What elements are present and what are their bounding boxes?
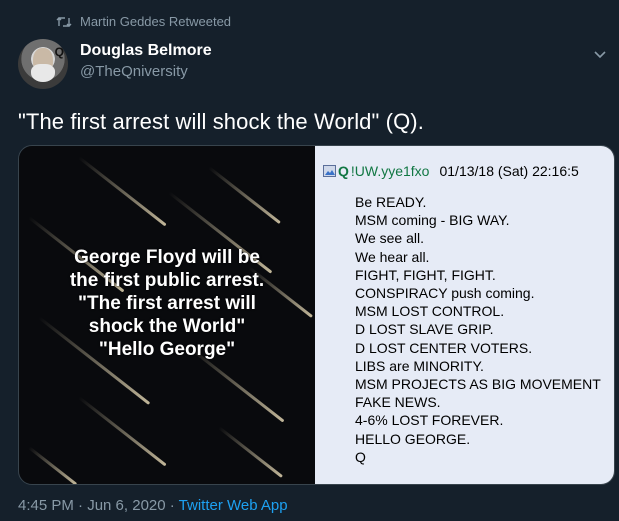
- meme-line: the first public arrest.: [69, 270, 265, 291]
- meme-caption: George Floyd will be the first public ar…: [19, 246, 315, 361]
- author-handle[interactable]: @TheQniversity: [80, 63, 212, 80]
- q-post-line: MSM LOST CONTROL.: [355, 303, 505, 320]
- q-post-line: LIBS are MINORITY.: [355, 357, 484, 374]
- q-post-line: MSM coming - BIG WAY.: [355, 212, 510, 229]
- q-post-line: MSM PROJECTS AS BIG MOVEMENT: [355, 376, 601, 393]
- tweet-header: Q Douglas Belmore @TheQniversity: [18, 39, 609, 89]
- q-post-name: Q: [338, 163, 349, 179]
- retweet-icon: [56, 16, 72, 27]
- q-post-body: Be READY. MSM coming - BIG WAY. We see a…: [355, 193, 601, 466]
- meme-line: George Floyd will be: [74, 247, 260, 268]
- meme-line: "The first arrest will: [78, 293, 256, 314]
- q-post-header: Q !UW.yye1fxo 01/13/18 (Sat) 22:16:5: [323, 163, 579, 179]
- q-post-line: We hear all.: [355, 248, 430, 265]
- meme-line: "Hello George": [98, 339, 236, 360]
- tweet-footer: 4:45 PM · Jun 6, 2020 · Twitter Web App: [18, 497, 288, 514]
- q-post-date: 01/13/18 (Sat) 22:16:5: [439, 163, 579, 179]
- q-post-line: Be READY.: [355, 194, 427, 210]
- q-post-tripcode: !UW.yye1fxo: [350, 163, 430, 179]
- q-post-line: D LOST SLAVE GRIP.: [355, 321, 494, 338]
- tweet-text: "The first arrest will shock the World" …: [18, 109, 424, 134]
- chevron-down-icon[interactable]: [591, 45, 609, 63]
- q-post-line: 4-6% LOST FOREVER.: [355, 412, 504, 429]
- author-display-name[interactable]: Douglas Belmore: [80, 42, 212, 60]
- q-post-line: Q: [355, 448, 366, 465]
- q-post-line: We see all.: [355, 230, 424, 247]
- meme-line: shock the World": [88, 316, 246, 337]
- q-post-line: CONSPIRACY push coming.: [355, 285, 535, 302]
- meme-image[interactable]: George Floyd will be the first public ar…: [19, 146, 315, 484]
- q-post-line: FIGHT, FIGHT, FIGHT.: [355, 266, 496, 283]
- image-file-icon: [323, 165, 336, 177]
- avatar[interactable]: Q: [18, 39, 68, 89]
- retweet-context[interactable]: Martin Geddes Retweeted: [56, 14, 231, 29]
- q-post-image[interactable]: Q !UW.yye1fxo 01/13/18 (Sat) 22:16:5 Be …: [315, 146, 614, 484]
- q-post-line: D LOST CENTER VOTERS.: [355, 339, 533, 356]
- tweet-media[interactable]: George Floyd will be the first public ar…: [18, 145, 615, 485]
- retweet-label: Martin Geddes Retweeted: [80, 14, 232, 29]
- tweet-source-app[interactable]: Twitter Web App: [179, 497, 288, 514]
- tweet-timestamp[interactable]: 4:45 PM · Jun 6, 2020 ·: [18, 497, 179, 514]
- q-post-line: FAKE NEWS.: [355, 394, 441, 411]
- q-post-line: HELLO GEORGE.: [355, 430, 471, 447]
